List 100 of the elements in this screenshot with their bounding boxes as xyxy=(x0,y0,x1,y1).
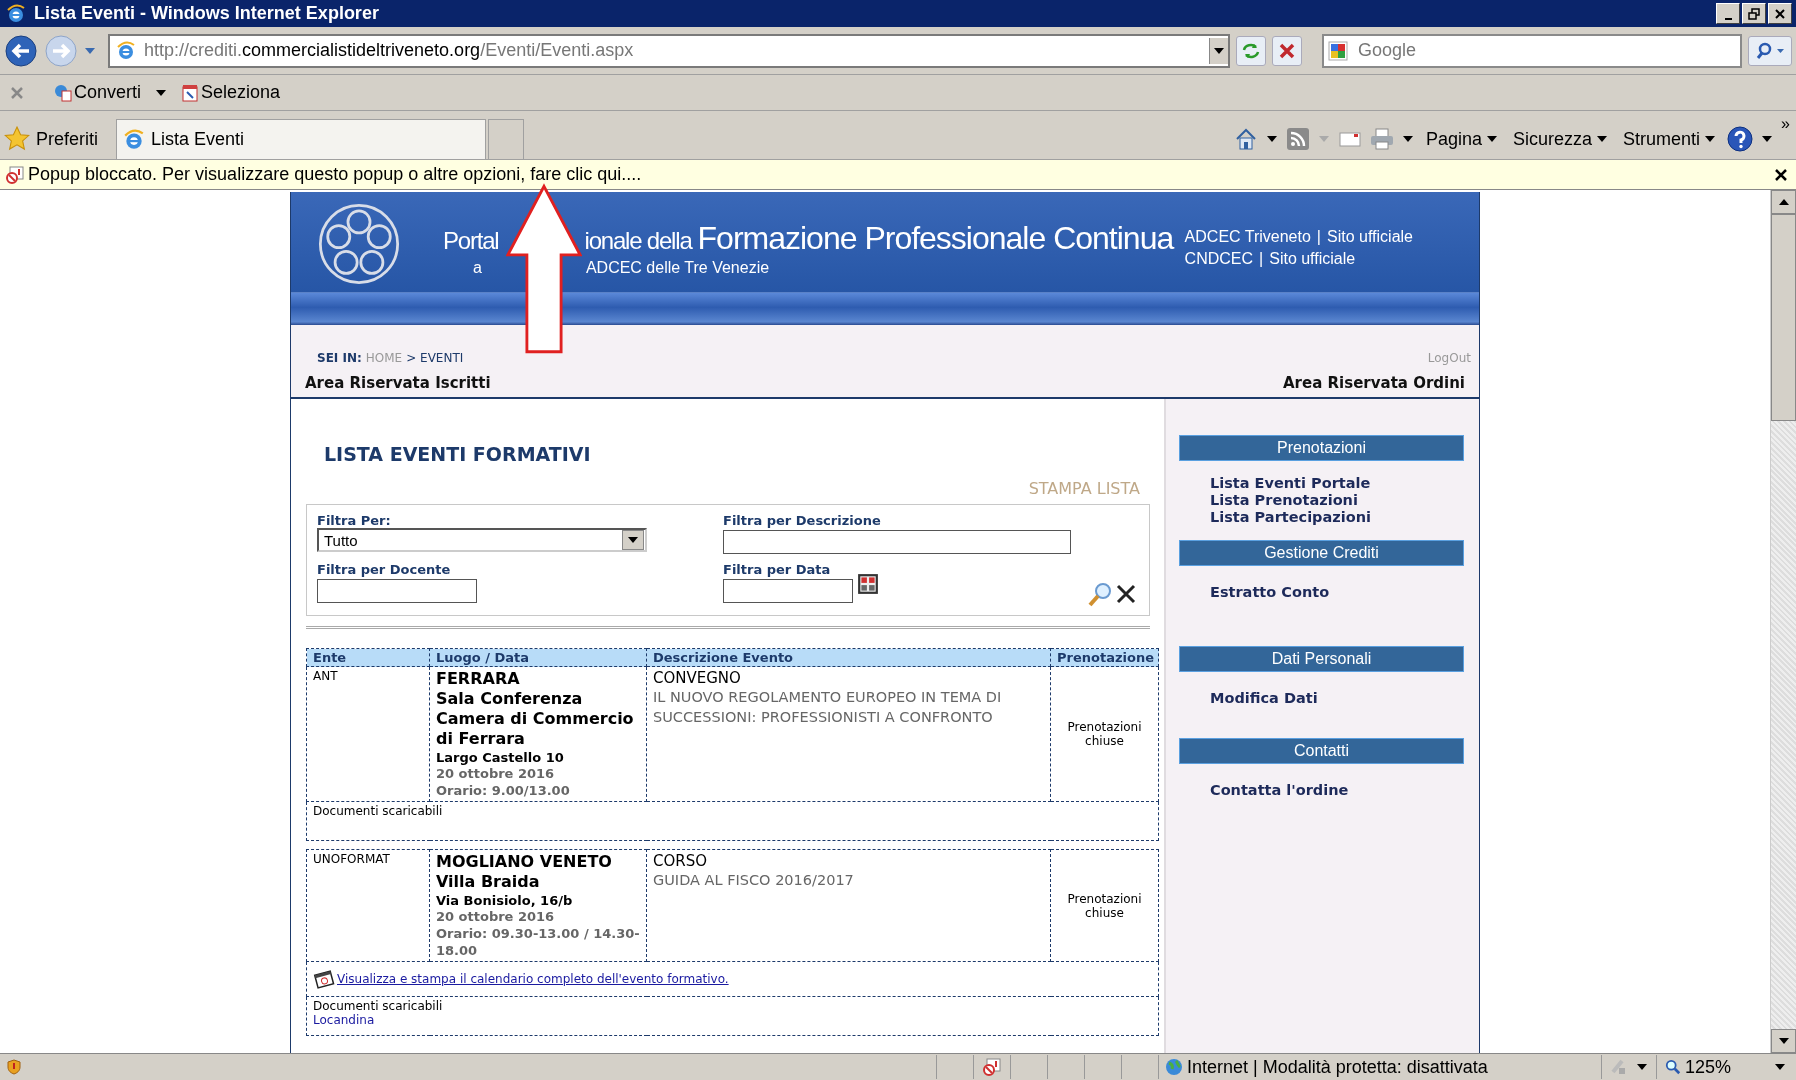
minimize-icon xyxy=(1724,17,1732,20)
header-link[interactable]: CNDCEC xyxy=(1184,250,1254,268)
toolbar-menu[interactable]: Sicurezza xyxy=(1509,128,1612,150)
caret-icon[interactable] xyxy=(1774,1063,1786,1071)
breadcrumb-link[interactable]: > EVENTI xyxy=(406,351,464,365)
banner-subtitle: ADCEC delle Tre Venezie xyxy=(585,259,770,277)
convert-button[interactable]: Converti xyxy=(54,82,142,103)
page-icon xyxy=(123,128,145,151)
column-header: Descrizione Evento xyxy=(646,648,1051,667)
sidebar-link[interactable]: Lista Eventi Portale xyxy=(1210,475,1371,492)
breadcrumb-label: SEI IN: xyxy=(317,351,362,365)
sidebar-link[interactable]: Contatta l'ordine xyxy=(1210,782,1349,799)
caret-icon[interactable] xyxy=(1265,135,1278,143)
sidebar-link[interactable]: Lista Partecipazioni xyxy=(1210,509,1371,526)
field-label: Filtra per Descrizione xyxy=(723,513,882,528)
document-link[interactable]: Locandina xyxy=(313,1013,375,1027)
event-city: FERRARA xyxy=(436,669,521,689)
favorites-button[interactable]: Preferiti xyxy=(4,119,116,159)
event-type: CORSO xyxy=(653,852,709,870)
down-arrow-icon[interactable] xyxy=(1778,1038,1789,1044)
banner-subtitle-fragment: a xyxy=(473,259,482,277)
documents-label: Documenti scaricabili xyxy=(313,999,444,1013)
clear-icon[interactable] xyxy=(1115,583,1137,605)
search-field[interactable]: Google xyxy=(1322,33,1742,68)
vertical-scrollbar[interactable] xyxy=(1770,190,1796,1053)
globe-document-icon xyxy=(54,83,72,102)
help-icon[interactable] xyxy=(1727,126,1754,152)
address-field[interactable]: http://crediti.commercialistideltriveneto.org/Eventi/Eventi.aspx xyxy=(108,33,1230,68)
header-link[interactable]: Sito ufficiale xyxy=(1327,228,1413,246)
event-title: GUIDA AL FISCO 2016/2017 xyxy=(653,871,855,890)
caret-icon xyxy=(1597,136,1608,142)
history-dropdown[interactable] xyxy=(1209,37,1228,64)
sidebar-link[interactable]: Lista Prenotazioni xyxy=(1210,492,1358,509)
restore-button[interactable] xyxy=(1742,3,1766,24)
column-header: Prenotazione xyxy=(1050,648,1159,667)
toolbar-overflow[interactable]: » xyxy=(1781,115,1790,133)
caret-icon xyxy=(1214,47,1224,54)
zoom-level[interactable]: 125% xyxy=(1685,1056,1732,1078)
filter-dropdown[interactable]: Tutto xyxy=(317,528,647,552)
sidebar-section-header: Contatti xyxy=(1179,738,1464,764)
table-cell: UNOFORMAT xyxy=(306,849,430,962)
toolbar-menu[interactable]: Strumenti xyxy=(1619,128,1720,150)
area-title: Area Riservata Iscritti xyxy=(305,374,491,392)
banner-title-fragment: ionale della xyxy=(584,227,692,255)
close-icon[interactable] xyxy=(1774,167,1788,182)
back-button[interactable] xyxy=(4,33,38,68)
banner-title-fragment: Portal xyxy=(443,227,499,255)
popup-blocked-icon xyxy=(6,165,24,184)
field-label: Filtra per Data xyxy=(723,562,832,577)
minimize-button[interactable] xyxy=(1716,3,1740,24)
close-button[interactable] xyxy=(1768,3,1792,24)
stop-button[interactable] xyxy=(1272,35,1302,66)
close-icon xyxy=(1774,7,1786,20)
date-field[interactable] xyxy=(723,579,853,603)
sidebar-link[interactable]: Modifica Dati xyxy=(1210,690,1318,707)
description-field[interactable] xyxy=(723,530,1071,554)
caret-icon xyxy=(628,537,638,543)
caret-icon[interactable] xyxy=(1761,135,1774,143)
calendar-link[interactable]: Visualizza e stampa il calendario completo dell'evento formativo. xyxy=(337,972,729,986)
field-label: Filtra per Docente xyxy=(317,562,452,577)
browser-logo-icon xyxy=(6,3,26,24)
sidebar-link[interactable]: Estratto Conto xyxy=(1210,584,1330,601)
feed-icon[interactable] xyxy=(1285,127,1310,151)
select-button[interactable]: Seleziona xyxy=(181,82,281,103)
search-provider-icon xyxy=(1328,40,1348,61)
sidebar-section-header: Dati Personali xyxy=(1179,646,1464,672)
event-date: 20 ottobre 2016 xyxy=(436,765,556,782)
link-separator: | xyxy=(1316,228,1321,246)
header-link[interactable]: Sito ufficiale xyxy=(1269,250,1356,268)
area-title: Area Riservata Ordini xyxy=(1283,374,1465,392)
documents-label: Documenti scaricabili xyxy=(313,804,444,818)
event-venue: Villa Braida xyxy=(436,872,541,892)
security-zone-text: Internet | Modalità protetta: disattivata xyxy=(1187,1056,1488,1078)
shield-icon xyxy=(6,1059,22,1075)
sidebar-section-header: Prenotazioni xyxy=(1179,435,1464,461)
printer-icon[interactable] xyxy=(1369,127,1394,151)
calendar-icon xyxy=(313,968,335,990)
globe-icon xyxy=(1165,1058,1183,1076)
search-button[interactable] xyxy=(1748,35,1792,66)
column-header: Luogo / Data xyxy=(429,648,647,667)
header-link[interactable]: ADCEC Triveneto xyxy=(1184,228,1311,246)
column-header: Ente xyxy=(306,648,430,667)
booking-status: Prenotazioni chiuse xyxy=(1050,849,1159,962)
event-title: IL NUOVO REGOLAMENTO EUROPEO IN TEMA DI SUCCESSIONI: PROFESSIONISTI A CONFRONTO xyxy=(653,688,1003,727)
restore-icon xyxy=(1748,7,1760,20)
up-arrow-icon[interactable] xyxy=(1778,199,1789,205)
refresh-button[interactable] xyxy=(1236,35,1266,66)
teacher-field[interactable] xyxy=(317,579,477,603)
toolbar-menu[interactable]: Pagina xyxy=(1421,128,1502,150)
scrollbar-thumb[interactable] xyxy=(1771,214,1796,421)
caret-icon[interactable] xyxy=(1401,135,1414,143)
zoom-icon[interactable] xyxy=(1665,1059,1681,1075)
search-icon xyxy=(1755,40,1785,61)
browser-tab[interactable]: Lista Eventi xyxy=(116,119,486,159)
caret-icon[interactable] xyxy=(155,88,168,97)
event-date: 20 ottobre 2016 xyxy=(436,908,556,925)
link-separator: | xyxy=(1259,250,1264,268)
popup-blocked-icon xyxy=(983,1058,1001,1076)
caret-icon[interactable] xyxy=(1636,1063,1648,1071)
calendar-icon[interactable] xyxy=(857,573,879,595)
